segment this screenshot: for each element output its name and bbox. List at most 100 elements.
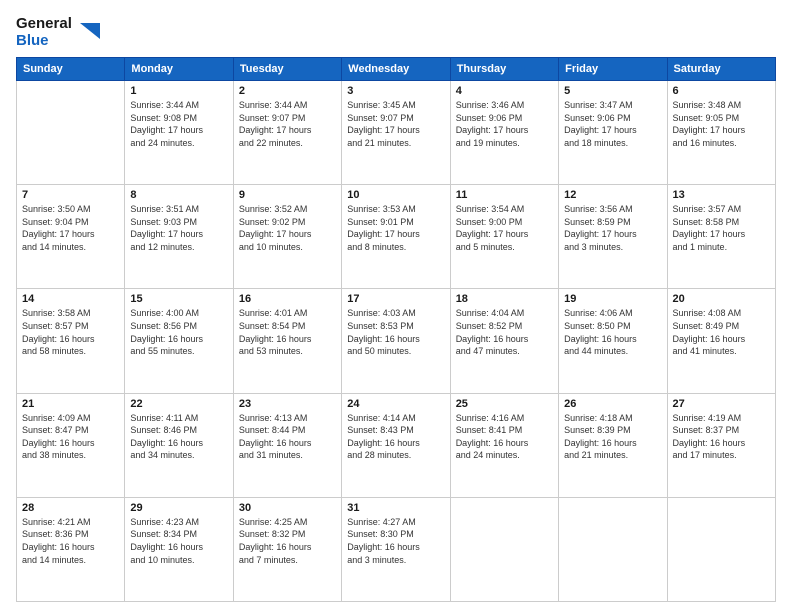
day-info: Sunrise: 4:08 AMSunset: 8:49 PMDaylight:… — [673, 307, 770, 357]
day-number: 9 — [239, 189, 336, 201]
table-cell — [450, 497, 558, 601]
day-info: Sunrise: 4:27 AMSunset: 8:30 PMDaylight:… — [347, 516, 444, 566]
day-number: 15 — [130, 293, 227, 305]
day-number: 28 — [22, 502, 119, 514]
col-tuesday: Tuesday — [233, 58, 341, 81]
day-info: Sunrise: 3:50 AMSunset: 9:04 PMDaylight:… — [22, 203, 119, 253]
day-number: 5 — [564, 85, 661, 97]
day-number: 24 — [347, 398, 444, 410]
table-cell: 3 Sunrise: 3:45 AMSunset: 9:07 PMDaylight… — [342, 81, 450, 185]
table-cell: 7 Sunrise: 3:50 AMSunset: 9:04 PMDaylight… — [17, 185, 125, 289]
logo-text: General Blue — [16, 16, 72, 49]
day-number: 8 — [130, 189, 227, 201]
col-wednesday: Wednesday — [342, 58, 450, 81]
day-info: Sunrise: 4:21 AMSunset: 8:36 PMDaylight:… — [22, 516, 119, 566]
day-number: 10 — [347, 189, 444, 201]
table-cell: 30 Sunrise: 4:25 AMSunset: 8:32 PMDayligh… — [233, 497, 341, 601]
week-row-3: 14 Sunrise: 3:58 AMSunset: 8:57 PMDayligh… — [17, 289, 776, 393]
day-info: Sunrise: 4:23 AMSunset: 8:34 PMDaylight:… — [130, 516, 227, 566]
table-cell: 25 Sunrise: 4:16 AMSunset: 8:41 PMDayligh… — [450, 393, 558, 497]
table-cell: 28 Sunrise: 4:21 AMSunset: 8:36 PMDayligh… — [17, 497, 125, 601]
table-cell: 13 Sunrise: 3:57 AMSunset: 8:58 PMDayligh… — [667, 185, 775, 289]
day-info: Sunrise: 3:56 AMSunset: 8:59 PMDaylight:… — [564, 203, 661, 253]
table-cell: 9 Sunrise: 3:52 AMSunset: 9:02 PMDaylight… — [233, 185, 341, 289]
day-number: 7 — [22, 189, 119, 201]
col-friday: Friday — [559, 58, 667, 81]
day-number: 14 — [22, 293, 119, 305]
day-info: Sunrise: 4:09 AMSunset: 8:47 PMDaylight:… — [22, 412, 119, 462]
table-cell — [667, 497, 775, 601]
day-info: Sunrise: 3:48 AMSunset: 9:05 PMDaylight:… — [673, 99, 770, 149]
day-number: 27 — [673, 398, 770, 410]
day-number: 25 — [456, 398, 553, 410]
table-cell: 16 Sunrise: 4:01 AMSunset: 8:54 PMDayligh… — [233, 289, 341, 393]
col-thursday: Thursday — [450, 58, 558, 81]
table-cell: 27 Sunrise: 4:19 AMSunset: 8:37 PMDayligh… — [667, 393, 775, 497]
day-info: Sunrise: 3:45 AMSunset: 9:07 PMDaylight:… — [347, 99, 444, 149]
day-number: 23 — [239, 398, 336, 410]
day-info: Sunrise: 3:52 AMSunset: 9:02 PMDaylight:… — [239, 203, 336, 253]
table-cell: 14 Sunrise: 3:58 AMSunset: 8:57 PMDayligh… — [17, 289, 125, 393]
day-info: Sunrise: 4:18 AMSunset: 8:39 PMDaylight:… — [564, 412, 661, 462]
day-number: 13 — [673, 189, 770, 201]
logo: General Blue — [16, 16, 104, 49]
day-info: Sunrise: 4:11 AMSunset: 8:46 PMDaylight:… — [130, 412, 227, 462]
day-number: 19 — [564, 293, 661, 305]
day-number: 30 — [239, 502, 336, 514]
logo-arrow-icon — [76, 19, 104, 47]
header: General Blue — [16, 16, 776, 49]
table-cell: 12 Sunrise: 3:56 AMSunset: 8:59 PMDayligh… — [559, 185, 667, 289]
table-cell: 6Sunrise: 3:48 AMSunset: 9:05 PMDaylight… — [667, 81, 775, 185]
day-info: Sunrise: 4:13 AMSunset: 8:44 PMDaylight:… — [239, 412, 336, 462]
day-number: 16 — [239, 293, 336, 305]
table-cell: 17 Sunrise: 4:03 AMSunset: 8:53 PMDayligh… — [342, 289, 450, 393]
table-cell: 1 Sunrise: 3:44 AMSunset: 9:08 PMDaylight… — [125, 81, 233, 185]
day-number: 26 — [564, 398, 661, 410]
table-cell: 2Sunrise: 3:44 AMSunset: 9:07 PMDaylight… — [233, 81, 341, 185]
day-info: Sunrise: 3:44 AMSunset: 9:08 PMDaylight:… — [130, 99, 227, 149]
day-info: Sunrise: 4:19 AMSunset: 8:37 PMDaylight:… — [673, 412, 770, 462]
col-saturday: Saturday — [667, 58, 775, 81]
col-sunday: Sunday — [17, 58, 125, 81]
day-info: Sunrise: 4:03 AMSunset: 8:53 PMDaylight:… — [347, 307, 444, 357]
week-row-1: 1 Sunrise: 3:44 AMSunset: 9:08 PMDaylight… — [17, 81, 776, 185]
day-info: Sunrise: 4:01 AMSunset: 8:54 PMDaylight:… — [239, 307, 336, 357]
table-cell: 24Sunrise: 4:14 AMSunset: 8:43 PMDayligh… — [342, 393, 450, 497]
calendar-header-row: Sunday Monday Tuesday Wednesday Thursday… — [17, 58, 776, 81]
day-number: 4 — [456, 85, 553, 97]
table-cell: 26 Sunrise: 4:18 AMSunset: 8:39 PMDayligh… — [559, 393, 667, 497]
calendar-table: Sunday Monday Tuesday Wednesday Thursday… — [16, 57, 776, 602]
day-info: Sunrise: 3:51 AMSunset: 9:03 PMDaylight:… — [130, 203, 227, 253]
day-number: 29 — [130, 502, 227, 514]
day-info: Sunrise: 3:47 AMSunset: 9:06 PMDaylight:… — [564, 99, 661, 149]
table-cell: 23 Sunrise: 4:13 AMSunset: 8:44 PMDayligh… — [233, 393, 341, 497]
table-cell: 31Sunrise: 4:27 AMSunset: 8:30 PMDayligh… — [342, 497, 450, 601]
table-cell — [17, 81, 125, 185]
week-row-4: 21 Sunrise: 4:09 AMSunset: 8:47 PMDayligh… — [17, 393, 776, 497]
table-cell: 10Sunrise: 3:53 AMSunset: 9:01 PMDayligh… — [342, 185, 450, 289]
day-info: Sunrise: 4:00 AMSunset: 8:56 PMDaylight:… — [130, 307, 227, 357]
day-info: Sunrise: 4:25 AMSunset: 8:32 PMDaylight:… — [239, 516, 336, 566]
day-number: 3 — [347, 85, 444, 97]
table-cell — [559, 497, 667, 601]
table-cell: 22 Sunrise: 4:11 AMSunset: 8:46 PMDayligh… — [125, 393, 233, 497]
day-number: 18 — [456, 293, 553, 305]
day-number: 22 — [130, 398, 227, 410]
week-row-5: 28 Sunrise: 4:21 AMSunset: 8:36 PMDayligh… — [17, 497, 776, 601]
day-number: 11 — [456, 189, 553, 201]
day-info: Sunrise: 4:04 AMSunset: 8:52 PMDaylight:… — [456, 307, 553, 357]
day-number: 21 — [22, 398, 119, 410]
table-cell: 20Sunrise: 4:08 AMSunset: 8:49 PMDayligh… — [667, 289, 775, 393]
table-cell: 11 Sunrise: 3:54 AMSunset: 9:00 PMDayligh… — [450, 185, 558, 289]
table-cell: 8 Sunrise: 3:51 AMSunset: 9:03 PMDaylight… — [125, 185, 233, 289]
day-number: 1 — [130, 85, 227, 97]
day-info: Sunrise: 3:57 AMSunset: 8:58 PMDaylight:… — [673, 203, 770, 253]
table-cell: 29 Sunrise: 4:23 AMSunset: 8:34 PMDayligh… — [125, 497, 233, 601]
table-cell: 4Sunrise: 3:46 AMSunset: 9:06 PMDaylight… — [450, 81, 558, 185]
day-info: Sunrise: 3:58 AMSunset: 8:57 PMDaylight:… — [22, 307, 119, 357]
day-number: 12 — [564, 189, 661, 201]
day-number: 2 — [239, 85, 336, 97]
day-info: Sunrise: 4:16 AMSunset: 8:41 PMDaylight:… — [456, 412, 553, 462]
day-info: Sunrise: 3:54 AMSunset: 9:00 PMDaylight:… — [456, 203, 553, 253]
day-number: 17 — [347, 293, 444, 305]
